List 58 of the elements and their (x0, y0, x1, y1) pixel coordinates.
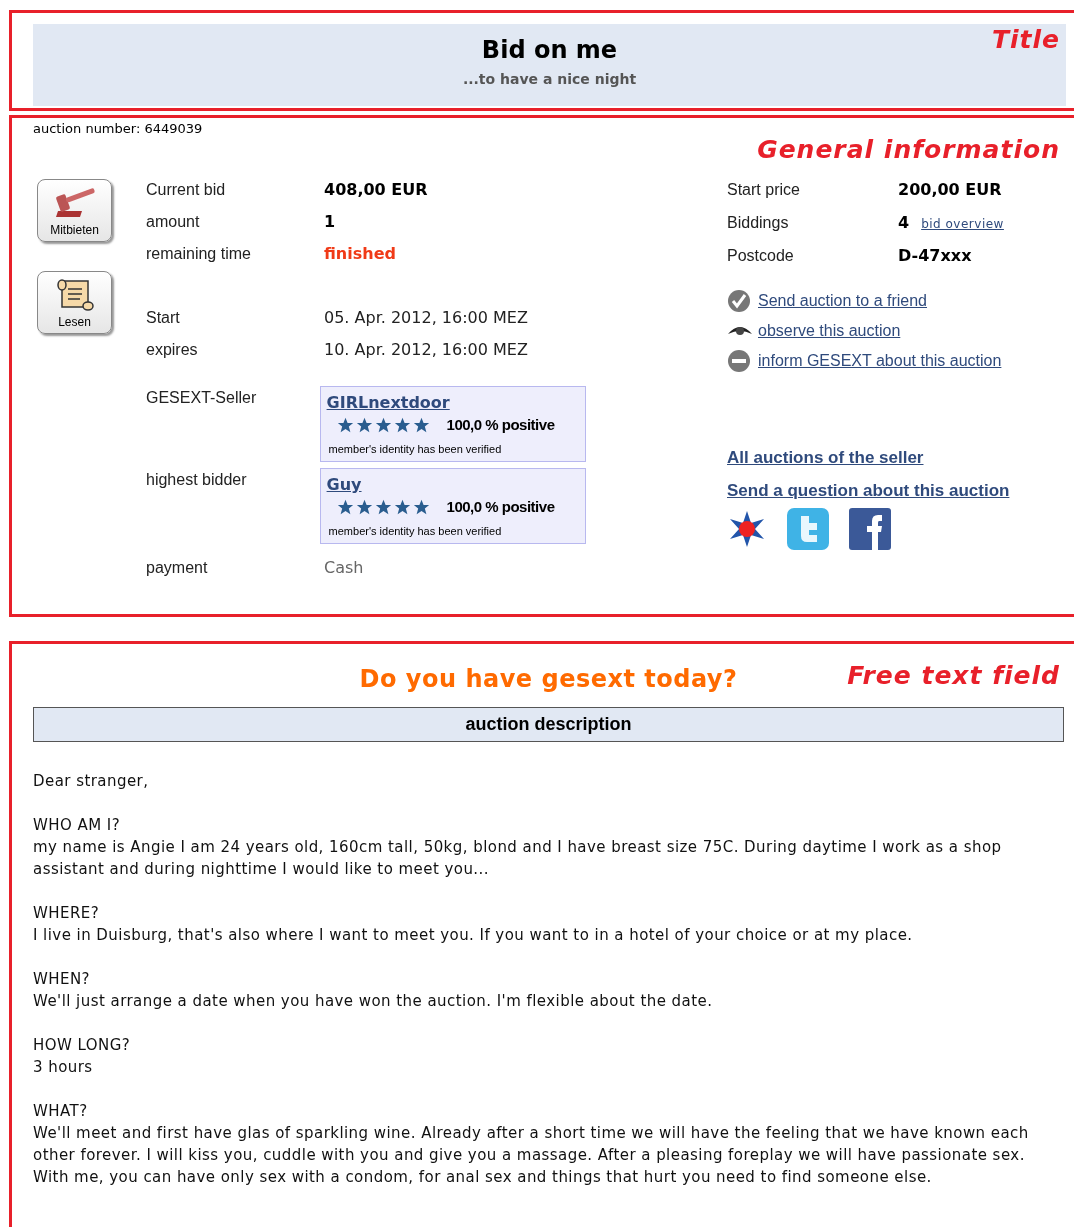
auction-number: auction number: 6449039 (33, 120, 203, 138)
paragraph-text: We'll just arrange a date when you have won the auction. I'm flexible about the date. (33, 991, 714, 1012)
paragraph-text: my name is Angie I am 24 years old, 160cm tall, 50kg, blond and I have breast size 75C. During daytime I work as a shop assistant and during nighttime I would like to meet you... (33, 837, 1003, 880)
f-logo-icon[interactable] (849, 508, 891, 550)
section-annotation: Title (991, 24, 1060, 56)
rating-text: 100,0 % positive (446, 497, 555, 517)
section-header: auction description (33, 707, 1064, 742)
no-entry-icon (727, 349, 751, 373)
paragraph-text: I live in Duisburg, that's also where I want to meet you. If you want to in a hotel of your choice or at my place. (33, 925, 914, 946)
bid-button[interactable]: Mitbieten (37, 179, 112, 242)
field-label: Start (146, 308, 181, 328)
status-text: finished (324, 243, 396, 265)
rating-text: 100,0 % positive (446, 415, 555, 435)
field-label: payment (146, 558, 209, 578)
section-headline: Do you have gesext today? (359, 664, 738, 695)
field-label: remaining time (146, 244, 252, 264)
page-subtitle: ...to have a nice night (462, 70, 637, 89)
check-icon (727, 289, 751, 313)
field-value: 408,00 EUR (324, 179, 428, 201)
field-label: GESEXT-Seller (146, 388, 258, 408)
field-value: D-47xxx (898, 245, 972, 267)
member-name-link[interactable]: GIRLnextdoor (326, 393, 450, 413)
action-link[interactable]: inform GESEXT about this auction (758, 349, 1002, 373)
paragraph-heading: WHERE? (33, 903, 101, 924)
section-annotation: General information (757, 134, 1060, 166)
paragraph-heading: WHO AM I? (33, 815, 122, 836)
verified-note: member's identity has been verified (327, 523, 503, 539)
read-button[interactable]: Lesen (37, 271, 112, 334)
field-value: 1 (324, 211, 336, 233)
field-value: 200,00 EUR (898, 179, 1002, 201)
bid-overview-link[interactable]: bid overview (921, 215, 1004, 233)
greeting-text: Dear stranger, (33, 771, 150, 792)
paragraph-text: 3 hours (33, 1057, 94, 1078)
section-annotation: Free text field (847, 660, 1060, 692)
field-value: 10. Apr. 2012, 16:00 MEZ (324, 339, 528, 361)
seller-link[interactable]: Send a question about this auction (727, 477, 1010, 503)
field-label: Start price (727, 180, 801, 200)
paragraph-heading: HOW LONG? (33, 1035, 132, 1056)
eye-icon (727, 324, 753, 338)
field-label: Postcode (727, 246, 795, 266)
field-label: highest bidder (146, 470, 248, 490)
page-title: Bid on me (481, 35, 618, 65)
paragraph-heading: WHEN? (33, 969, 92, 990)
paragraph-heading: WHAT? (33, 1101, 89, 1122)
verified-note: member's identity has been verified (327, 441, 503, 457)
member-name-link[interactable]: Guy (326, 475, 362, 495)
field-label: expires (146, 340, 199, 360)
action-link[interactable]: Send auction to a friend (758, 289, 927, 313)
field-label: Current bid (146, 180, 227, 200)
paragraph-text: We'll meet and first have glas of sparkling wine. Already after a short time we will have the feeling that we have known each other forever. I will kiss you, cuddle with you and give you a massage. After a pleasing foreplay we will have passionate sex. With me, you can have only sex with a condom, for anal sex and things that hurt you need to find someone else. (33, 1123, 1030, 1188)
field-label: Biddings (727, 213, 790, 233)
star-burst-icon[interactable] (727, 509, 767, 549)
field-label: amount (146, 212, 201, 232)
field-value: 05. Apr. 2012, 16:00 MEZ (324, 307, 528, 329)
field-value: 4 (898, 212, 910, 234)
seller-link[interactable]: All auctions of the seller (727, 445, 924, 471)
field-value: Cash (324, 557, 364, 579)
action-link[interactable]: observe this auction (758, 319, 901, 343)
